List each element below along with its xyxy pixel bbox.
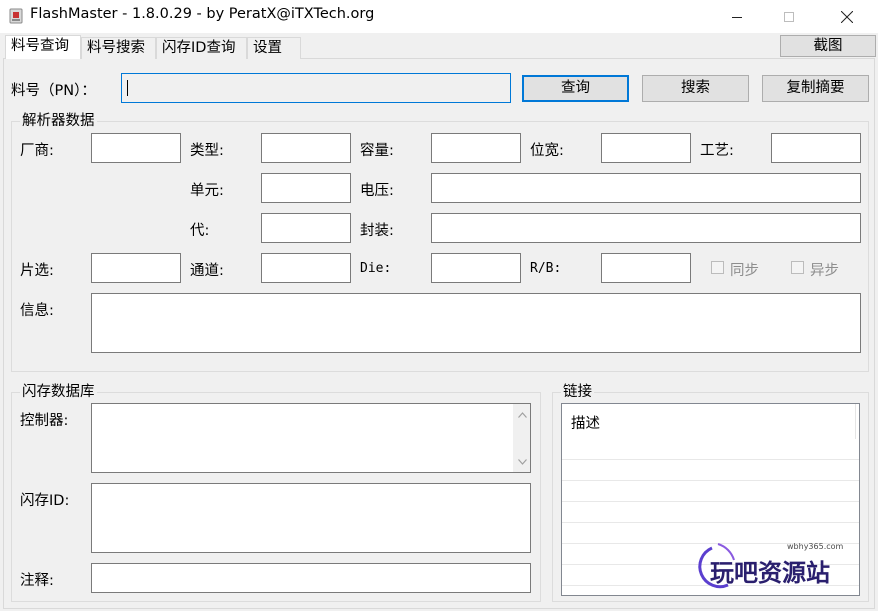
channel-label: 通道: [190,263,224,279]
text-caret [127,80,128,96]
type-field[interactable] [261,133,351,163]
watermark-url: wbhy365.com [787,542,844,551]
async-checkbox[interactable] [791,261,804,274]
generation-label: 代: [190,223,210,239]
minimize-icon [732,16,742,18]
chip-select-label: 片选: [20,263,54,279]
type-label: 类型: [190,143,224,159]
package-label: 封装: [360,223,394,239]
vendor-field[interactable] [91,133,181,163]
search-button[interactable]: 搜索 [642,75,749,102]
watermark-text: 玩吧资源站 [710,559,830,587]
tab-part-number-search[interactable]: 料号搜索 [81,37,156,59]
capacity-field[interactable] [431,133,521,163]
cell-label: 单元: [190,183,224,199]
flash-id-field[interactable] [91,483,531,553]
voltage-field[interactable] [431,173,861,203]
scroll-down-icon[interactable] [514,453,531,470]
tab-settings[interactable]: 设置 [247,37,301,59]
vendor-label: 厂商: [20,143,54,159]
app-icon [8,8,24,24]
notes-label: 注释: [20,573,54,589]
controller-field[interactable] [91,403,531,473]
title-bar[interactable]: FlashMaster - 1.8.0.29 - by PeratX@iTXTe… [0,0,878,33]
close-icon [841,10,853,23]
links-column-description: 描述 [571,416,600,432]
sync-checkbox[interactable] [711,261,724,274]
flash-id-label: 闪存ID: [20,493,70,509]
column-separator [855,404,856,439]
sync-label: 同步 [730,263,759,279]
minimize-button[interactable] [714,0,760,33]
width-label: 位宽: [530,143,564,159]
die-label: Die: [360,261,392,276]
chip-select-field[interactable] [91,253,181,283]
close-button[interactable] [824,0,870,33]
list-row [562,481,859,502]
capacity-label: 容量: [360,143,394,159]
notes-field[interactable] [91,563,531,593]
controller-scrollbar[interactable] [513,404,530,472]
screenshot-button[interactable]: 截图 [780,35,876,57]
maximize-button[interactable] [766,0,812,33]
controller-label: 控制器: [20,413,69,429]
maximize-icon [784,11,794,22]
links-column-header[interactable]: 描述 [562,404,859,439]
width-field[interactable] [601,133,691,163]
query-button[interactable]: 查询 [522,75,629,102]
tab-flash-id-query[interactable]: 闪存ID查询 [156,37,247,59]
list-row [562,439,859,460]
tab-part-number-query[interactable]: 料号查询 [5,35,81,59]
links-title: 链接 [561,383,594,401]
generation-field[interactable] [261,213,351,243]
channel-field[interactable] [261,253,351,283]
rb-label: R/B: [530,261,562,276]
package-field[interactable] [431,213,861,243]
window-title: FlashMaster - 1.8.0.29 - by PeratX@iTXTe… [30,6,375,22]
voltage-label: 电压: [360,183,394,199]
list-row [562,502,859,523]
process-field[interactable] [771,133,861,163]
flash-database-title: 闪存数据库 [20,383,97,401]
pn-label: 料号（PN）： [11,83,96,99]
die-field[interactable] [431,253,521,283]
async-label: 异步 [810,263,839,279]
pn-input[interactable] [121,73,511,103]
info-label: 信息: [20,303,54,319]
info-field[interactable] [91,293,861,353]
parser-data-title: 解析器数据 [20,112,97,130]
list-row [562,460,859,481]
process-label: 工艺: [700,143,734,159]
rb-field[interactable] [601,253,691,283]
cell-field[interactable] [261,173,351,203]
copy-summary-button[interactable]: 复制摘要 [762,75,869,102]
scroll-up-icon[interactable] [514,406,531,423]
